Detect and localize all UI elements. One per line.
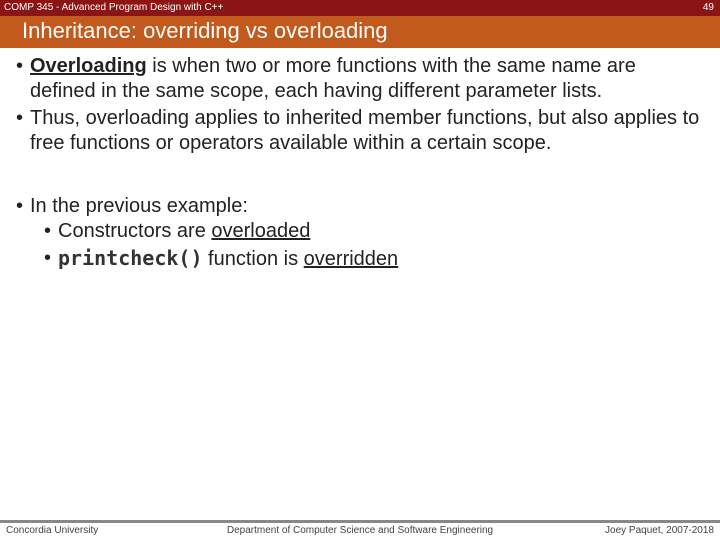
sub-bullet-printcheck: printcheck() function is overridden <box>42 246 706 272</box>
sub1-pre: Constructors are <box>58 220 211 242</box>
code-printcheck: printcheck() <box>58 246 203 270</box>
bullet-3-text: In the previous example: <box>30 195 248 217</box>
bullet-list: Overloading is when two or more function… <box>14 54 706 156</box>
course-code: COMP 345 - Advanced Program Design with … <box>4 2 223 13</box>
footer-bar: Concordia University Department of Compu… <box>0 520 720 540</box>
sub1-underline: overloaded <box>211 220 310 242</box>
sub-bullet-constructors: Constructors are overloaded <box>42 219 706 244</box>
term-overloading: Overloading <box>30 55 147 77</box>
bullet-example: In the previous example: Constructors ar… <box>14 194 706 272</box>
footer-author: Joey Paquet, 2007-2018 <box>605 525 714 536</box>
sub2-underline: overridden <box>304 248 399 270</box>
course-header-bar: COMP 345 - Advanced Program Design with … <box>0 0 720 16</box>
slide: COMP 345 - Advanced Program Design with … <box>0 0 720 540</box>
sub2-mid: function is <box>203 248 304 270</box>
slide-title: Inheritance: overriding vs overloading <box>0 16 720 48</box>
bullet-scope: Thus, overloading applies to inherited m… <box>14 106 706 156</box>
sub-bullet-list: Constructors are overloaded printcheck()… <box>42 219 706 272</box>
bullet-list-2: In the previous example: Constructors ar… <box>14 194 706 272</box>
page-number: 49 <box>703 0 714 16</box>
slide-body: Overloading is when two or more function… <box>0 48 720 272</box>
bullet-overloading: Overloading is when two or more function… <box>14 54 706 104</box>
